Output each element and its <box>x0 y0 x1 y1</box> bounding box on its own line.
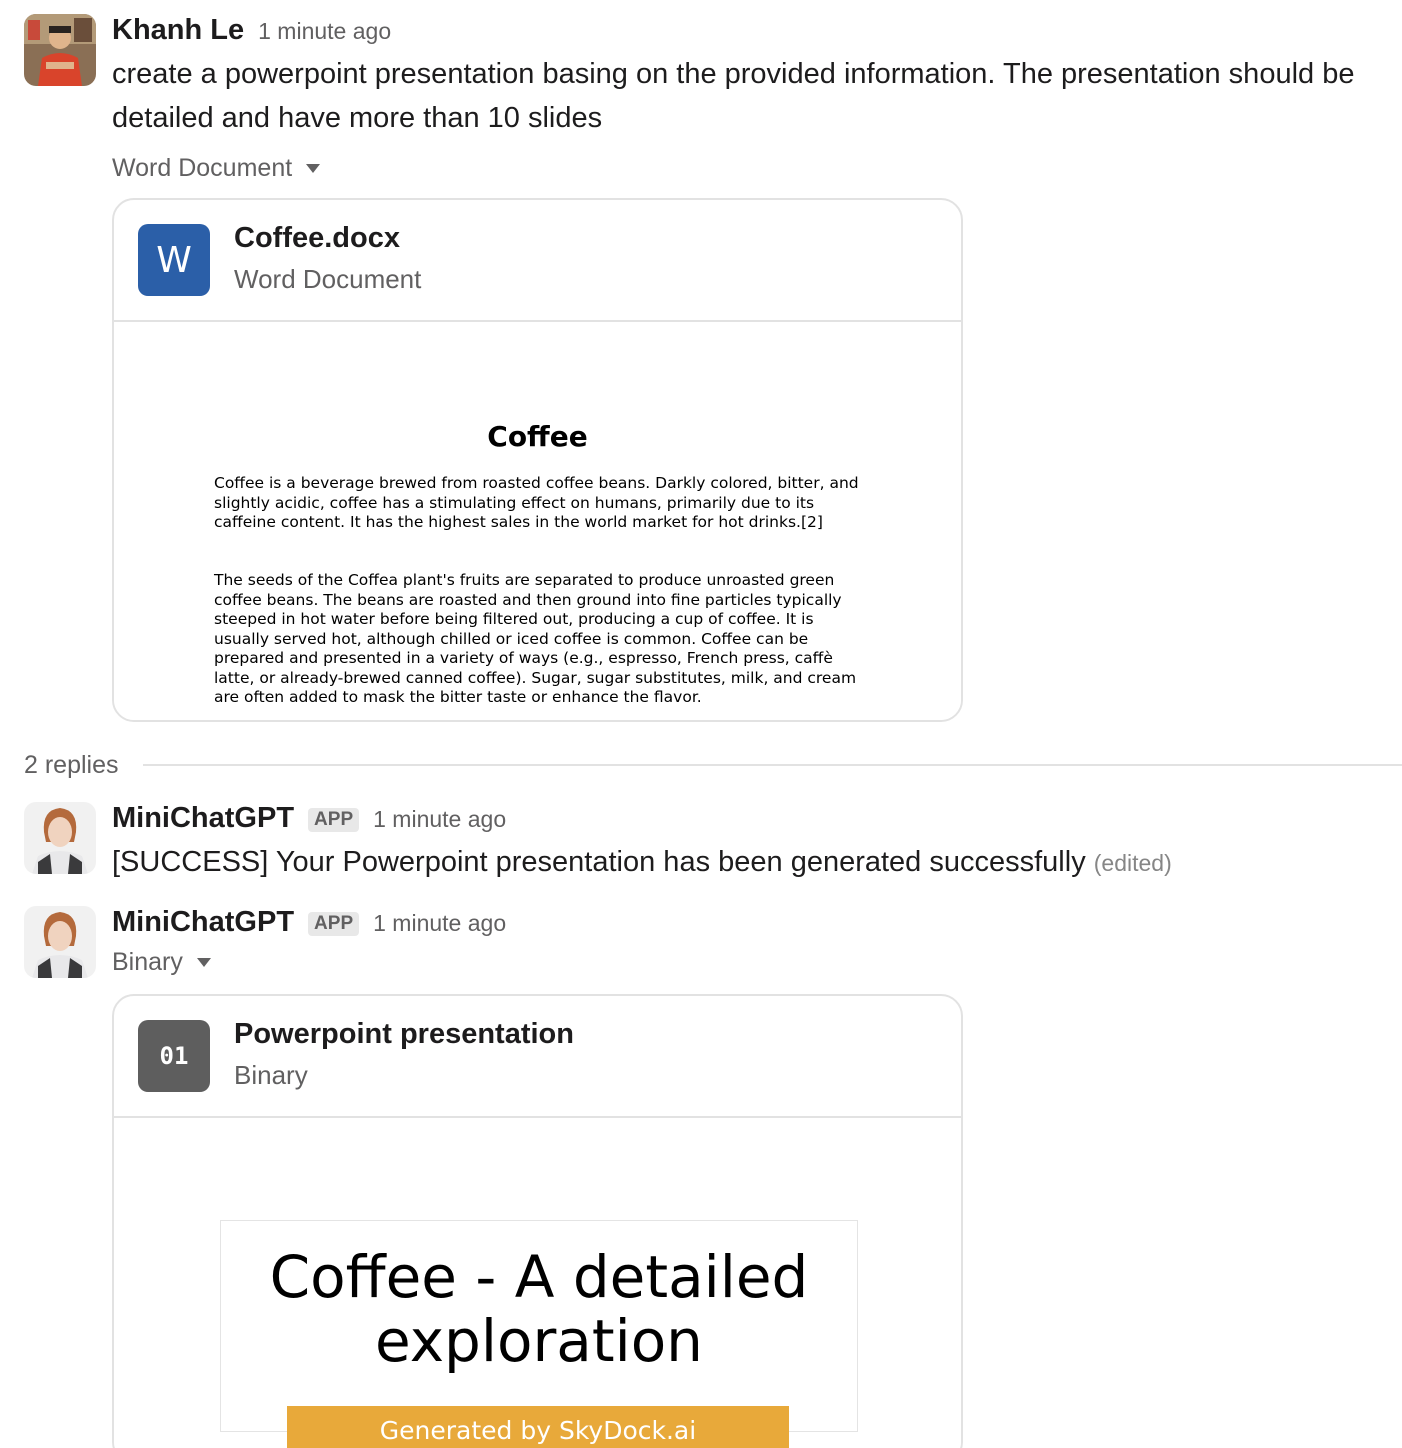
divider <box>142 764 1402 766</box>
timestamp[interactable]: 1 minute ago <box>373 806 506 833</box>
attachment-toggle[interactable]: Binary <box>112 948 1390 977</box>
slide-thumbnail: Coffee - A detailed exploration <box>220 1220 858 1432</box>
file-type: Binary <box>234 1060 308 1090</box>
message-text: create a powerpoint presentation basing … <box>112 58 1355 134</box>
caret-down-icon <box>306 164 321 173</box>
attachment-type-label: Binary <box>112 948 183 976</box>
file-name[interactable]: Coffee.docx <box>234 222 400 255</box>
app-badge: APP <box>308 808 360 832</box>
document-preview[interactable]: Coffee Coffee is a beverage brewed from … <box>114 322 961 720</box>
timestamp[interactable]: 1 minute ago <box>258 18 391 45</box>
file-type: Word Document <box>234 264 422 294</box>
message-text: [SUCCESS] Your Powerpoint presentation h… <box>112 840 1390 885</box>
slide-title: Coffee - A detailed exploration <box>269 1243 809 1375</box>
attachment-toggle[interactable]: Word Document <box>112 154 1390 183</box>
file-card-powerpoint[interactable]: 01 Powerpoint presentation Binary Coffee… <box>112 994 963 1448</box>
document-paragraph: Coffee is a beverage brewed from roasted… <box>214 474 859 531</box>
sender-name[interactable]: MiniChatGPT <box>112 802 294 835</box>
bot-avatar[interactable] <box>24 802 96 874</box>
binary-file-icon: 01 <box>138 1020 210 1092</box>
file-card-coffee-docx[interactable]: W Coffee.docx Word Document Coffee Coffe… <box>112 198 963 722</box>
file-header[interactable]: 01 Powerpoint presentation Binary <box>114 996 961 1118</box>
edited-label: (edited) <box>1093 850 1172 876</box>
file-name[interactable]: Powerpoint presentation <box>234 1018 574 1051</box>
sender-name[interactable]: Khanh Le <box>112 14 244 47</box>
success-text: [SUCCESS] Your Powerpoint presentation h… <box>112 846 1086 878</box>
caret-down-icon <box>196 958 211 967</box>
user-avatar[interactable] <box>24 14 96 86</box>
file-header[interactable]: W Coffee.docx Word Document <box>114 200 961 322</box>
attachment-type-label: Word Document <box>112 154 293 182</box>
thread-replies-divider: 2 replies <box>24 750 1402 780</box>
document-title: Coffee <box>487 420 588 453</box>
reply-success-message: MiniChatGPT APP 1 minute ago [SUCCESS] Y… <box>24 802 1402 882</box>
presentation-preview[interactable]: Coffee - A detailed exploration <box>114 1118 961 1448</box>
app-badge: APP <box>308 912 360 936</box>
document-paragraph: The seeds of the Coffea plant's fruits a… <box>214 571 857 706</box>
replies-count[interactable]: 2 replies <box>24 751 119 780</box>
word-document-icon: W <box>138 224 210 296</box>
bot-avatar[interactable] <box>24 906 96 978</box>
generated-by-banner: Generated by SkyDock.ai <box>287 1406 789 1448</box>
sender-name[interactable]: MiniChatGPT <box>112 906 294 939</box>
timestamp[interactable]: 1 minute ago <box>373 910 506 937</box>
reply-file-message: MiniChatGPT APP 1 minute ago Binary <box>24 906 1402 996</box>
